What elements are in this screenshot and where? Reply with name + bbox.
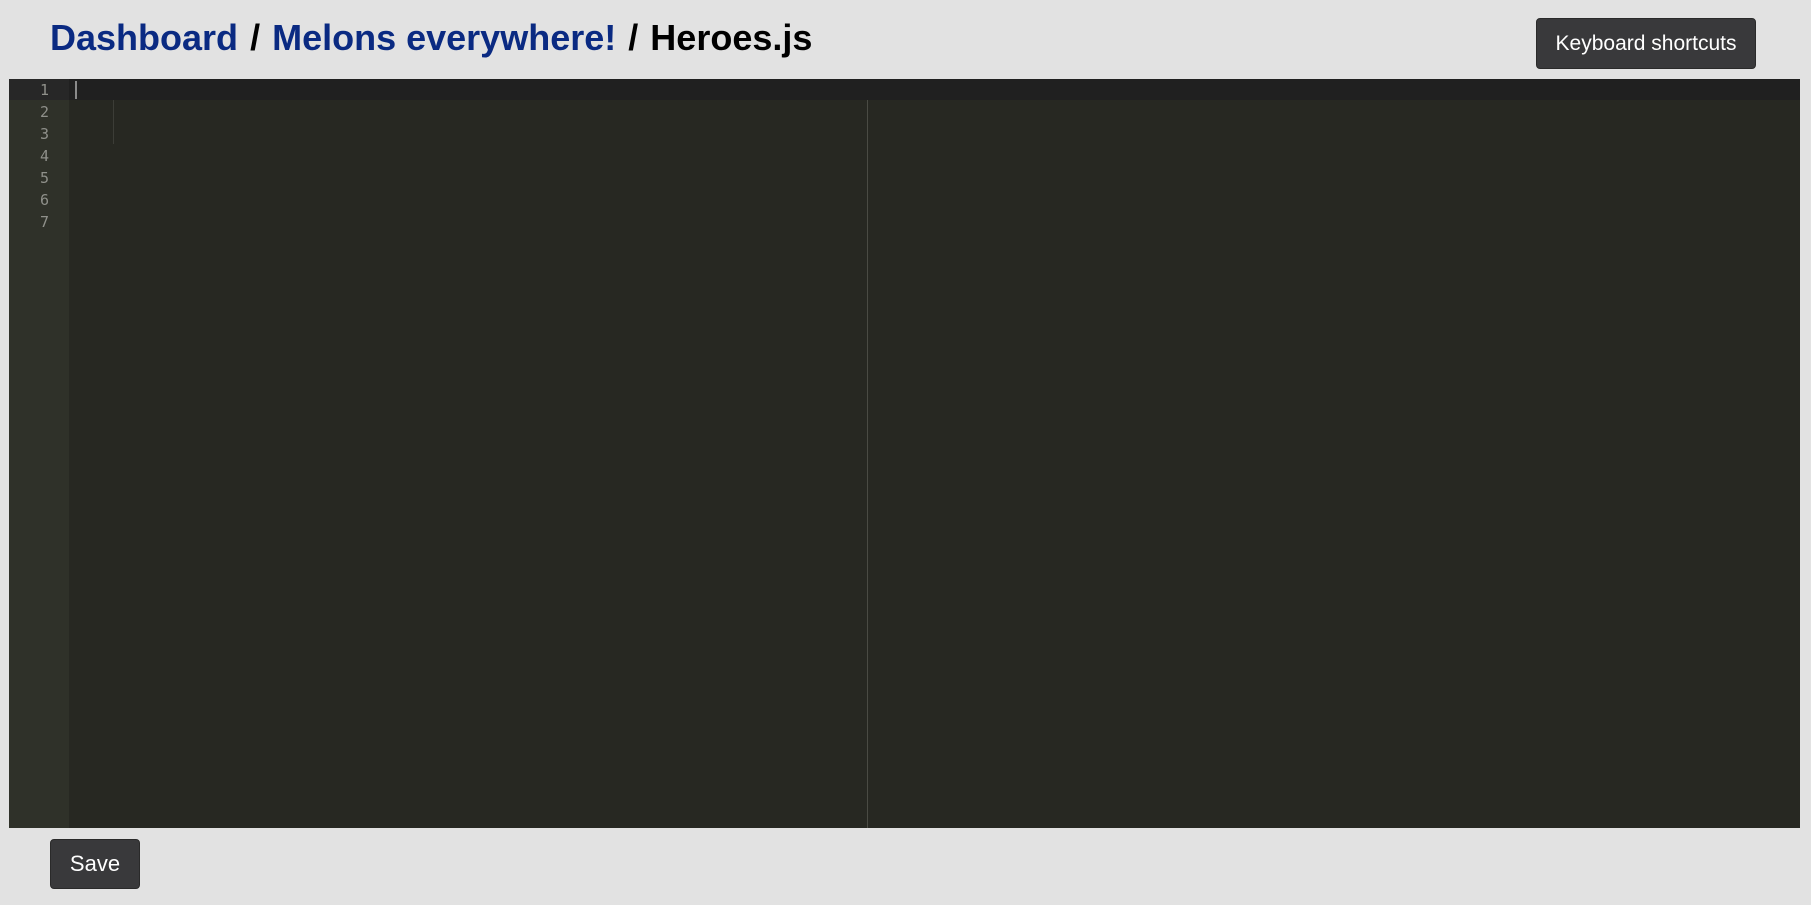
line-number: 4 (39, 147, 49, 165)
line-numbers: 1 2 3 4 5 6 7 (9, 79, 49, 233)
breadcrumb-separator: / (250, 17, 261, 58)
code-text-area[interactable] (71, 79, 1800, 828)
breadcrumb-project-link[interactable]: Melons everywhere! (272, 17, 616, 58)
line-number: 1 (39, 81, 49, 99)
breadcrumb-dashboard-link[interactable]: Dashboard (50, 17, 238, 58)
breadcrumb: Dashboard / Melons everywhere! / Heroes.… (50, 14, 812, 62)
text-cursor (75, 81, 77, 99)
code-editor[interactable]: 1 2 3 4 5 6 7 (9, 79, 1800, 828)
line-number: 5 (39, 169, 49, 187)
keyboard-shortcuts-button[interactable]: Keyboard shortcuts (1536, 18, 1756, 69)
line-number: 3 (39, 125, 49, 143)
line-number: 6 (39, 191, 49, 209)
save-button[interactable]: Save (50, 839, 140, 889)
line-number: 2 (39, 103, 49, 121)
breadcrumb-current-file: Heroes.js (650, 17, 813, 58)
line-number: 7 (39, 213, 49, 231)
breadcrumb-separator: / (628, 17, 639, 58)
page-header: Dashboard / Melons everywhere! / Heroes.… (0, 0, 1811, 78)
